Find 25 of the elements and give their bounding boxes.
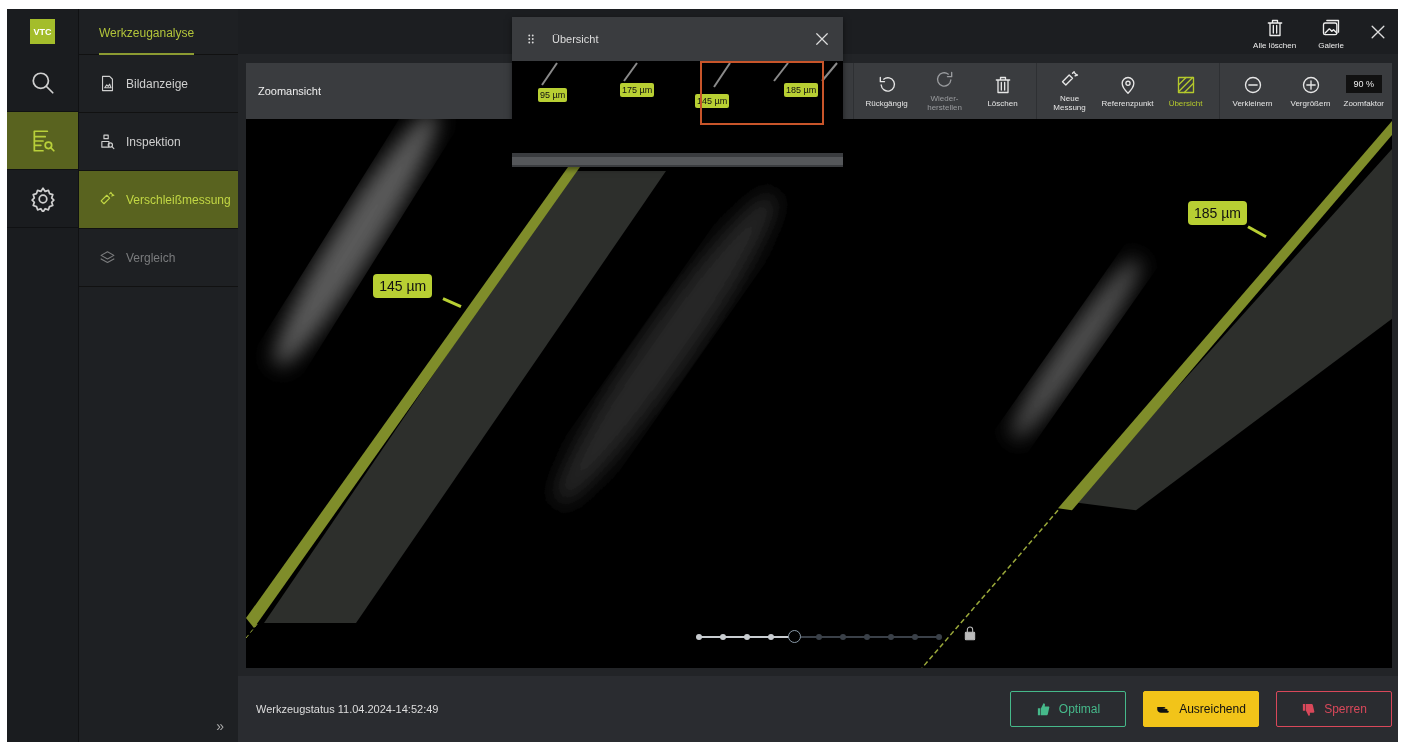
tool-button[interactable]: Übersicht xyxy=(1156,63,1215,119)
section-title: Werkzeuganalyse xyxy=(99,26,195,55)
collapse-toggle[interactable]: » xyxy=(216,718,224,734)
measurement-label[interactable]: 145 µm xyxy=(373,273,433,298)
rating-button[interactable]: Optimal xyxy=(1010,691,1126,727)
tool-button[interactable]: Referenzpunkt xyxy=(1098,63,1157,119)
toolbar-action[interactable]: Alle löschen xyxy=(1247,17,1303,50)
tool-button[interactable]: Löschen xyxy=(973,63,1032,119)
tool-button[interactable]: Neue Messung xyxy=(1040,63,1099,119)
logo: VTC xyxy=(30,19,55,44)
tool-button[interactable]: Verkleinern xyxy=(1223,63,1282,119)
measurement-label[interactable]: 185 µm xyxy=(1188,200,1247,225)
tool-button[interactable]: Vergrößern xyxy=(1281,63,1340,119)
rating-button[interactable]: Ausreichend xyxy=(1143,691,1259,727)
measurement-label: 185 µm xyxy=(784,83,819,97)
zoom-label: Zoomfaktor xyxy=(1343,98,1384,108)
zoom-value[interactable]: 90 % xyxy=(1345,74,1382,93)
status-text: Werkzeugstatus 11.04.2024-14:52:49 xyxy=(256,703,440,715)
nav-item[interactable]: Verschleißmessung xyxy=(79,171,238,229)
tool-button[interactable]: Rückgängig xyxy=(857,63,916,119)
measurement-label: 175 µm xyxy=(620,83,655,97)
toolbar-action[interactable]: Galerie xyxy=(1312,17,1350,50)
view-title: Zoomansicht xyxy=(258,85,321,97)
panel-title: Übersicht xyxy=(552,33,600,45)
measurement-label: 95 µm xyxy=(538,88,568,102)
